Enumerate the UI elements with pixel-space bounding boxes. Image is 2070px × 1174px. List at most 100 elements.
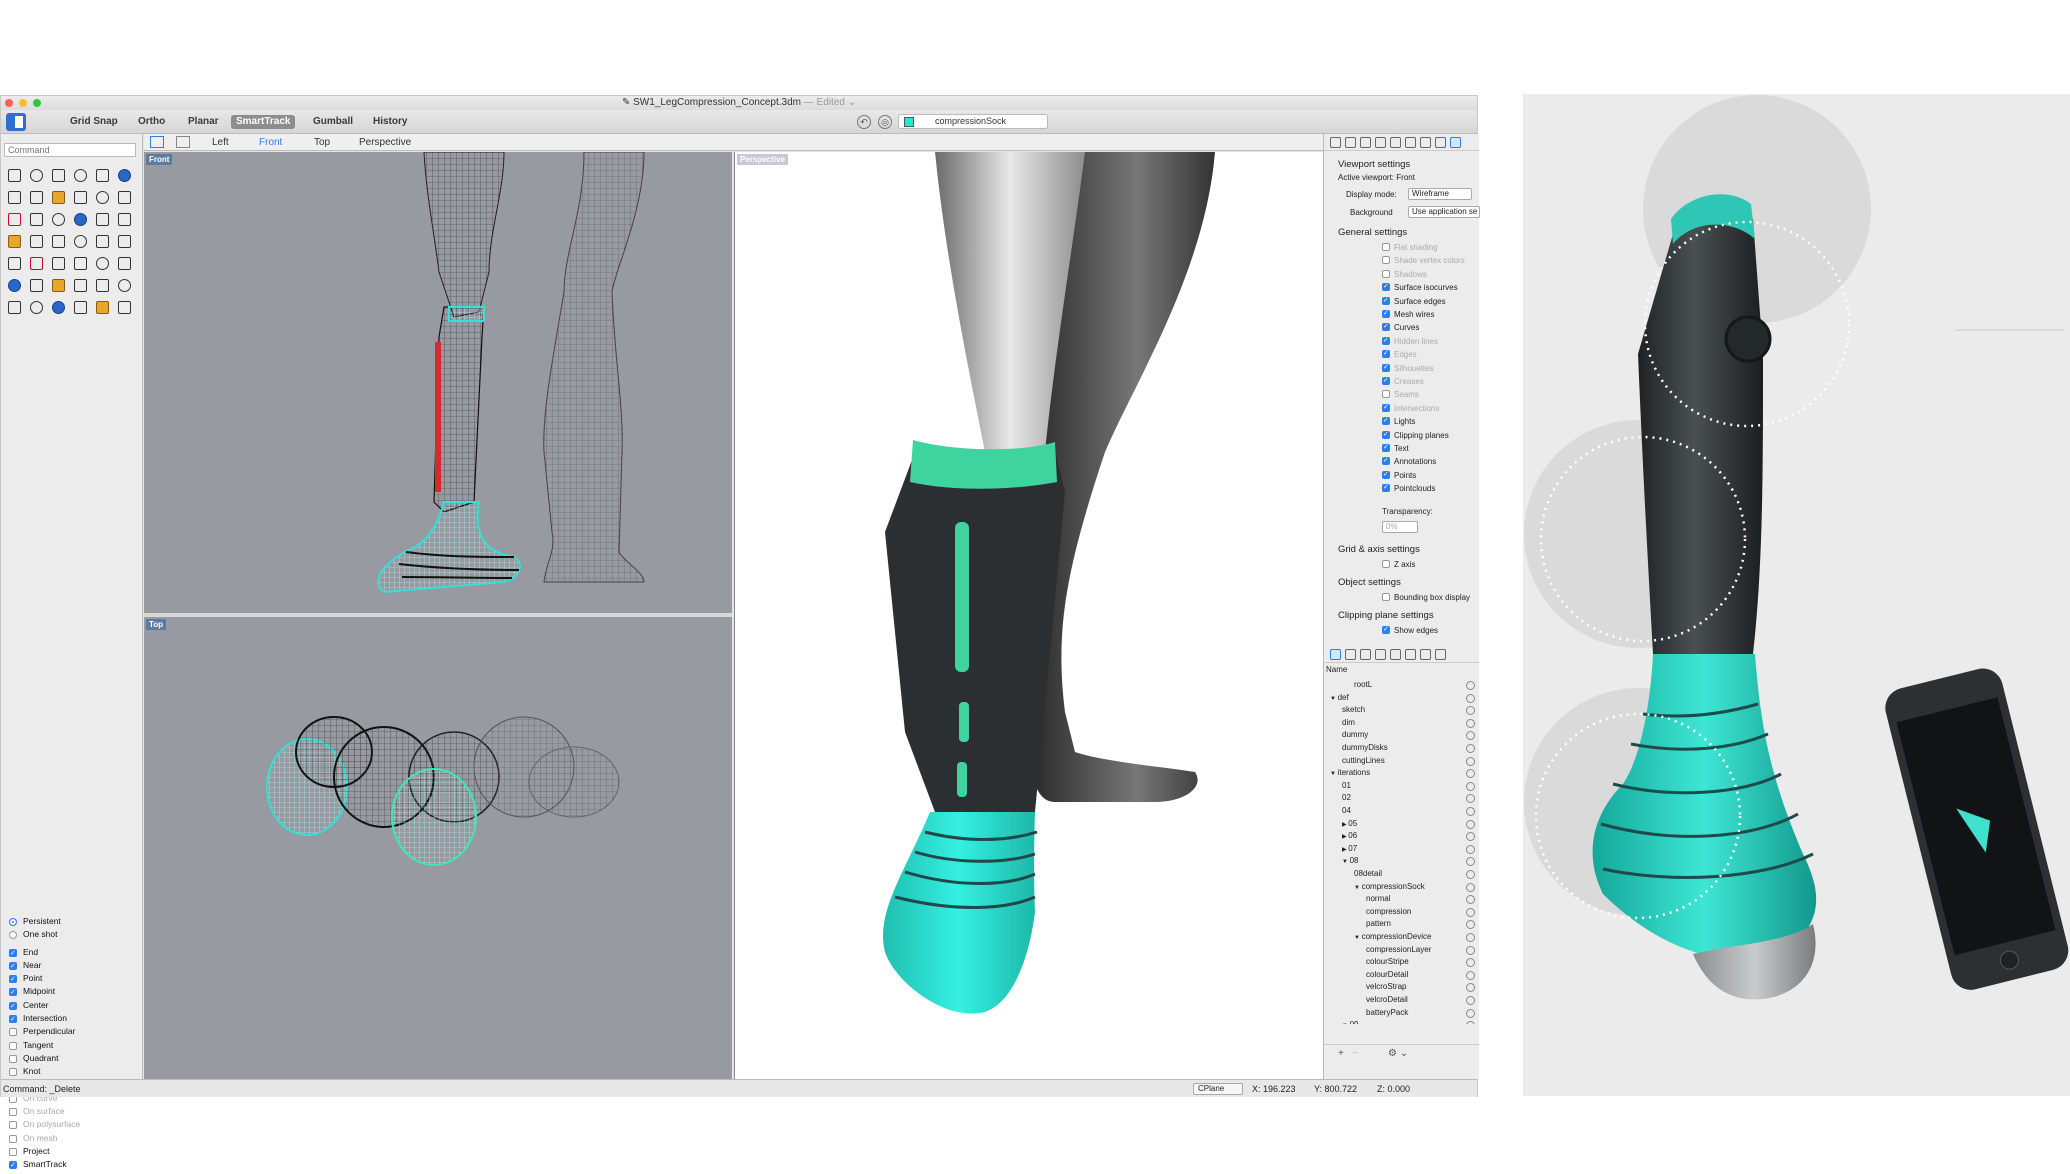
layer-row[interactable]: dummy (1342, 729, 1368, 742)
layer-visibility-icon[interactable] (1466, 807, 1475, 816)
checkbox[interactable] (9, 1054, 17, 1063)
layer-row[interactable]: compression (1366, 906, 1411, 919)
mirror-tool-icon[interactable] (71, 210, 89, 228)
layer-visibility-icon[interactable] (1466, 933, 1475, 942)
layer-visibility-icon[interactable] (1466, 718, 1475, 728)
top-viewport[interactable]: Top (144, 617, 732, 1079)
layer-visibility-icon[interactable] (1466, 958, 1475, 968)
cplane-select[interactable]: CPlane (1193, 1083, 1243, 1095)
add-layer-icon[interactable]: + (1338, 1048, 1344, 1059)
general-surface-edges-checkbox[interactable]: Surface edges (1382, 295, 1446, 309)
split-tool-icon[interactable] (93, 188, 111, 206)
array-tool-icon[interactable] (27, 232, 45, 250)
layer-row[interactable]: pattern (1366, 918, 1391, 931)
layer-visibility-icon[interactable] (1466, 769, 1475, 779)
general-edges-checkbox[interactable]: Edges (1382, 348, 1417, 362)
layer-expand-icon[interactable]: ▼ (1354, 885, 1362, 891)
checkbox[interactable] (9, 947, 17, 960)
general-intersections-checkbox[interactable]: Intersections (1382, 402, 1439, 416)
block-tool-icon[interactable] (49, 210, 67, 228)
viewport-label-perspective[interactable]: Perspective (737, 154, 788, 165)
close-window-icon[interactable] (5, 99, 13, 107)
show-edges-checkbox[interactable]: Show edges (1382, 624, 1438, 638)
layer-row[interactable]: ▼ def (1330, 692, 1349, 705)
osnap-point[interactable]: Point (9, 972, 139, 986)
revolve-tool-icon[interactable] (93, 254, 111, 272)
layer-expand-icon[interactable]: ▼ (1330, 771, 1338, 777)
layers-panel-tab-icon[interactable] (1330, 649, 1341, 660)
layer-visibility-icon[interactable] (1466, 996, 1475, 1005)
checkbox[interactable] (9, 973, 17, 986)
osnap-on-surface[interactable]: On surface (9, 1105, 139, 1118)
general-flat-shading-checkbox[interactable]: Flat shading (1382, 242, 1438, 255)
point-tool-icon[interactable] (27, 166, 45, 184)
osnap-tangent[interactable]: Tangent (9, 1039, 139, 1052)
extrude-tool-icon[interactable] (27, 254, 45, 272)
layout-panel-tab-icon[interactable] (1435, 649, 1446, 660)
z-axis-checkbox[interactable]: Z axis (1382, 559, 1415, 572)
osnap-center[interactable]: Center (9, 999, 139, 1013)
general-annotations-checkbox[interactable]: Annotations (1382, 455, 1436, 469)
layer-row[interactable]: 08detail (1354, 868, 1382, 881)
layer-row[interactable]: dim (1342, 717, 1355, 730)
layer-visibility-icon[interactable] (1466, 870, 1475, 879)
current-layer-field[interactable]: compressionSock (898, 114, 1048, 129)
layer-row[interactable]: sketch (1342, 704, 1365, 717)
history-button[interactable]: History (368, 115, 412, 129)
cap-tool-icon[interactable] (27, 276, 45, 294)
osnap-mode-persistent[interactable]: Persistent (9, 915, 139, 928)
checkbox[interactable] (9, 1148, 17, 1157)
arc-tool-icon[interactable] (115, 166, 133, 184)
sweep-tool-icon[interactable] (71, 254, 89, 272)
render-tab-icon[interactable] (1375, 137, 1386, 148)
layers-name-header[interactable]: Name (1326, 665, 1347, 674)
minimize-window-icon[interactable] (19, 99, 27, 107)
rotate-tool-icon[interactable] (115, 210, 133, 228)
render-tool-icon[interactable] (27, 298, 45, 316)
grid-snap-button[interactable]: Grid Snap (65, 115, 123, 129)
checkbox[interactable] (9, 960, 17, 973)
text-tool-icon[interactable] (49, 188, 67, 206)
layer-visibility-icon[interactable] (1466, 819, 1475, 829)
checkbox[interactable] (9, 1134, 17, 1143)
render-panel-tab-icon[interactable] (1375, 649, 1386, 660)
panel-tab-icon[interactable] (1435, 137, 1446, 148)
layer-row[interactable]: ▶ 06 (1342, 830, 1357, 843)
single-view-layout-icon[interactable] (176, 136, 190, 148)
layer-row[interactable]: 02 (1342, 792, 1351, 805)
layer-row[interactable]: ▶ 07 (1342, 843, 1357, 856)
osnap-end[interactable]: End (9, 946, 139, 960)
layer-row[interactable]: rootL (1354, 679, 1372, 692)
layer-visibility-icon[interactable] (1466, 756, 1475, 766)
surface-tool-icon[interactable] (5, 254, 23, 272)
camera-panel-tab-icon[interactable] (1390, 649, 1401, 660)
sidebar-toggle-icon[interactable] (6, 113, 26, 131)
checkbox[interactable] (9, 1041, 17, 1050)
layer-row[interactable]: ▼ 09 (1342, 1019, 1359, 1024)
layer-row[interactable]: cuttingLines (1342, 755, 1385, 768)
move-tool-icon[interactable] (93, 210, 111, 228)
layer-row[interactable]: colourDetail (1366, 969, 1408, 982)
general-shadows-checkbox[interactable]: Shadows (1382, 269, 1427, 282)
layer-color-swatch[interactable] (904, 117, 914, 127)
layer-row[interactable]: 01 (1342, 780, 1351, 793)
tab-front[interactable]: Front (259, 136, 282, 149)
target-icon[interactable]: ◎ (878, 115, 892, 129)
general-shade-vertex-colors-checkbox[interactable]: Shade vertex colors (1382, 255, 1465, 268)
materials-tab-icon[interactable] (1405, 137, 1416, 148)
general-surface-isocurves-checkbox[interactable]: Surface isocurves (1382, 281, 1458, 295)
osnap-intersection[interactable]: Intersection (9, 1012, 139, 1026)
tab-left[interactable]: Left (212, 136, 229, 149)
layer-visibility-icon[interactable] (1466, 920, 1475, 930)
offset-tool-icon[interactable] (49, 232, 67, 250)
layer-visibility-icon[interactable] (1466, 844, 1475, 854)
checkbox[interactable] (9, 1000, 17, 1013)
general-creases-checkbox[interactable]: Creases (1382, 375, 1424, 389)
trim-tool-icon[interactable] (71, 188, 89, 206)
polygon-tool-icon[interactable] (27, 188, 45, 206)
general-points-checkbox[interactable]: Points (1382, 469, 1416, 483)
object-panel-tab-icon[interactable] (1345, 649, 1356, 660)
layer-row[interactable]: compressionLayer (1366, 944, 1431, 957)
notes-tab-icon[interactable] (1420, 137, 1431, 148)
layer-row[interactable]: normal (1366, 893, 1390, 906)
